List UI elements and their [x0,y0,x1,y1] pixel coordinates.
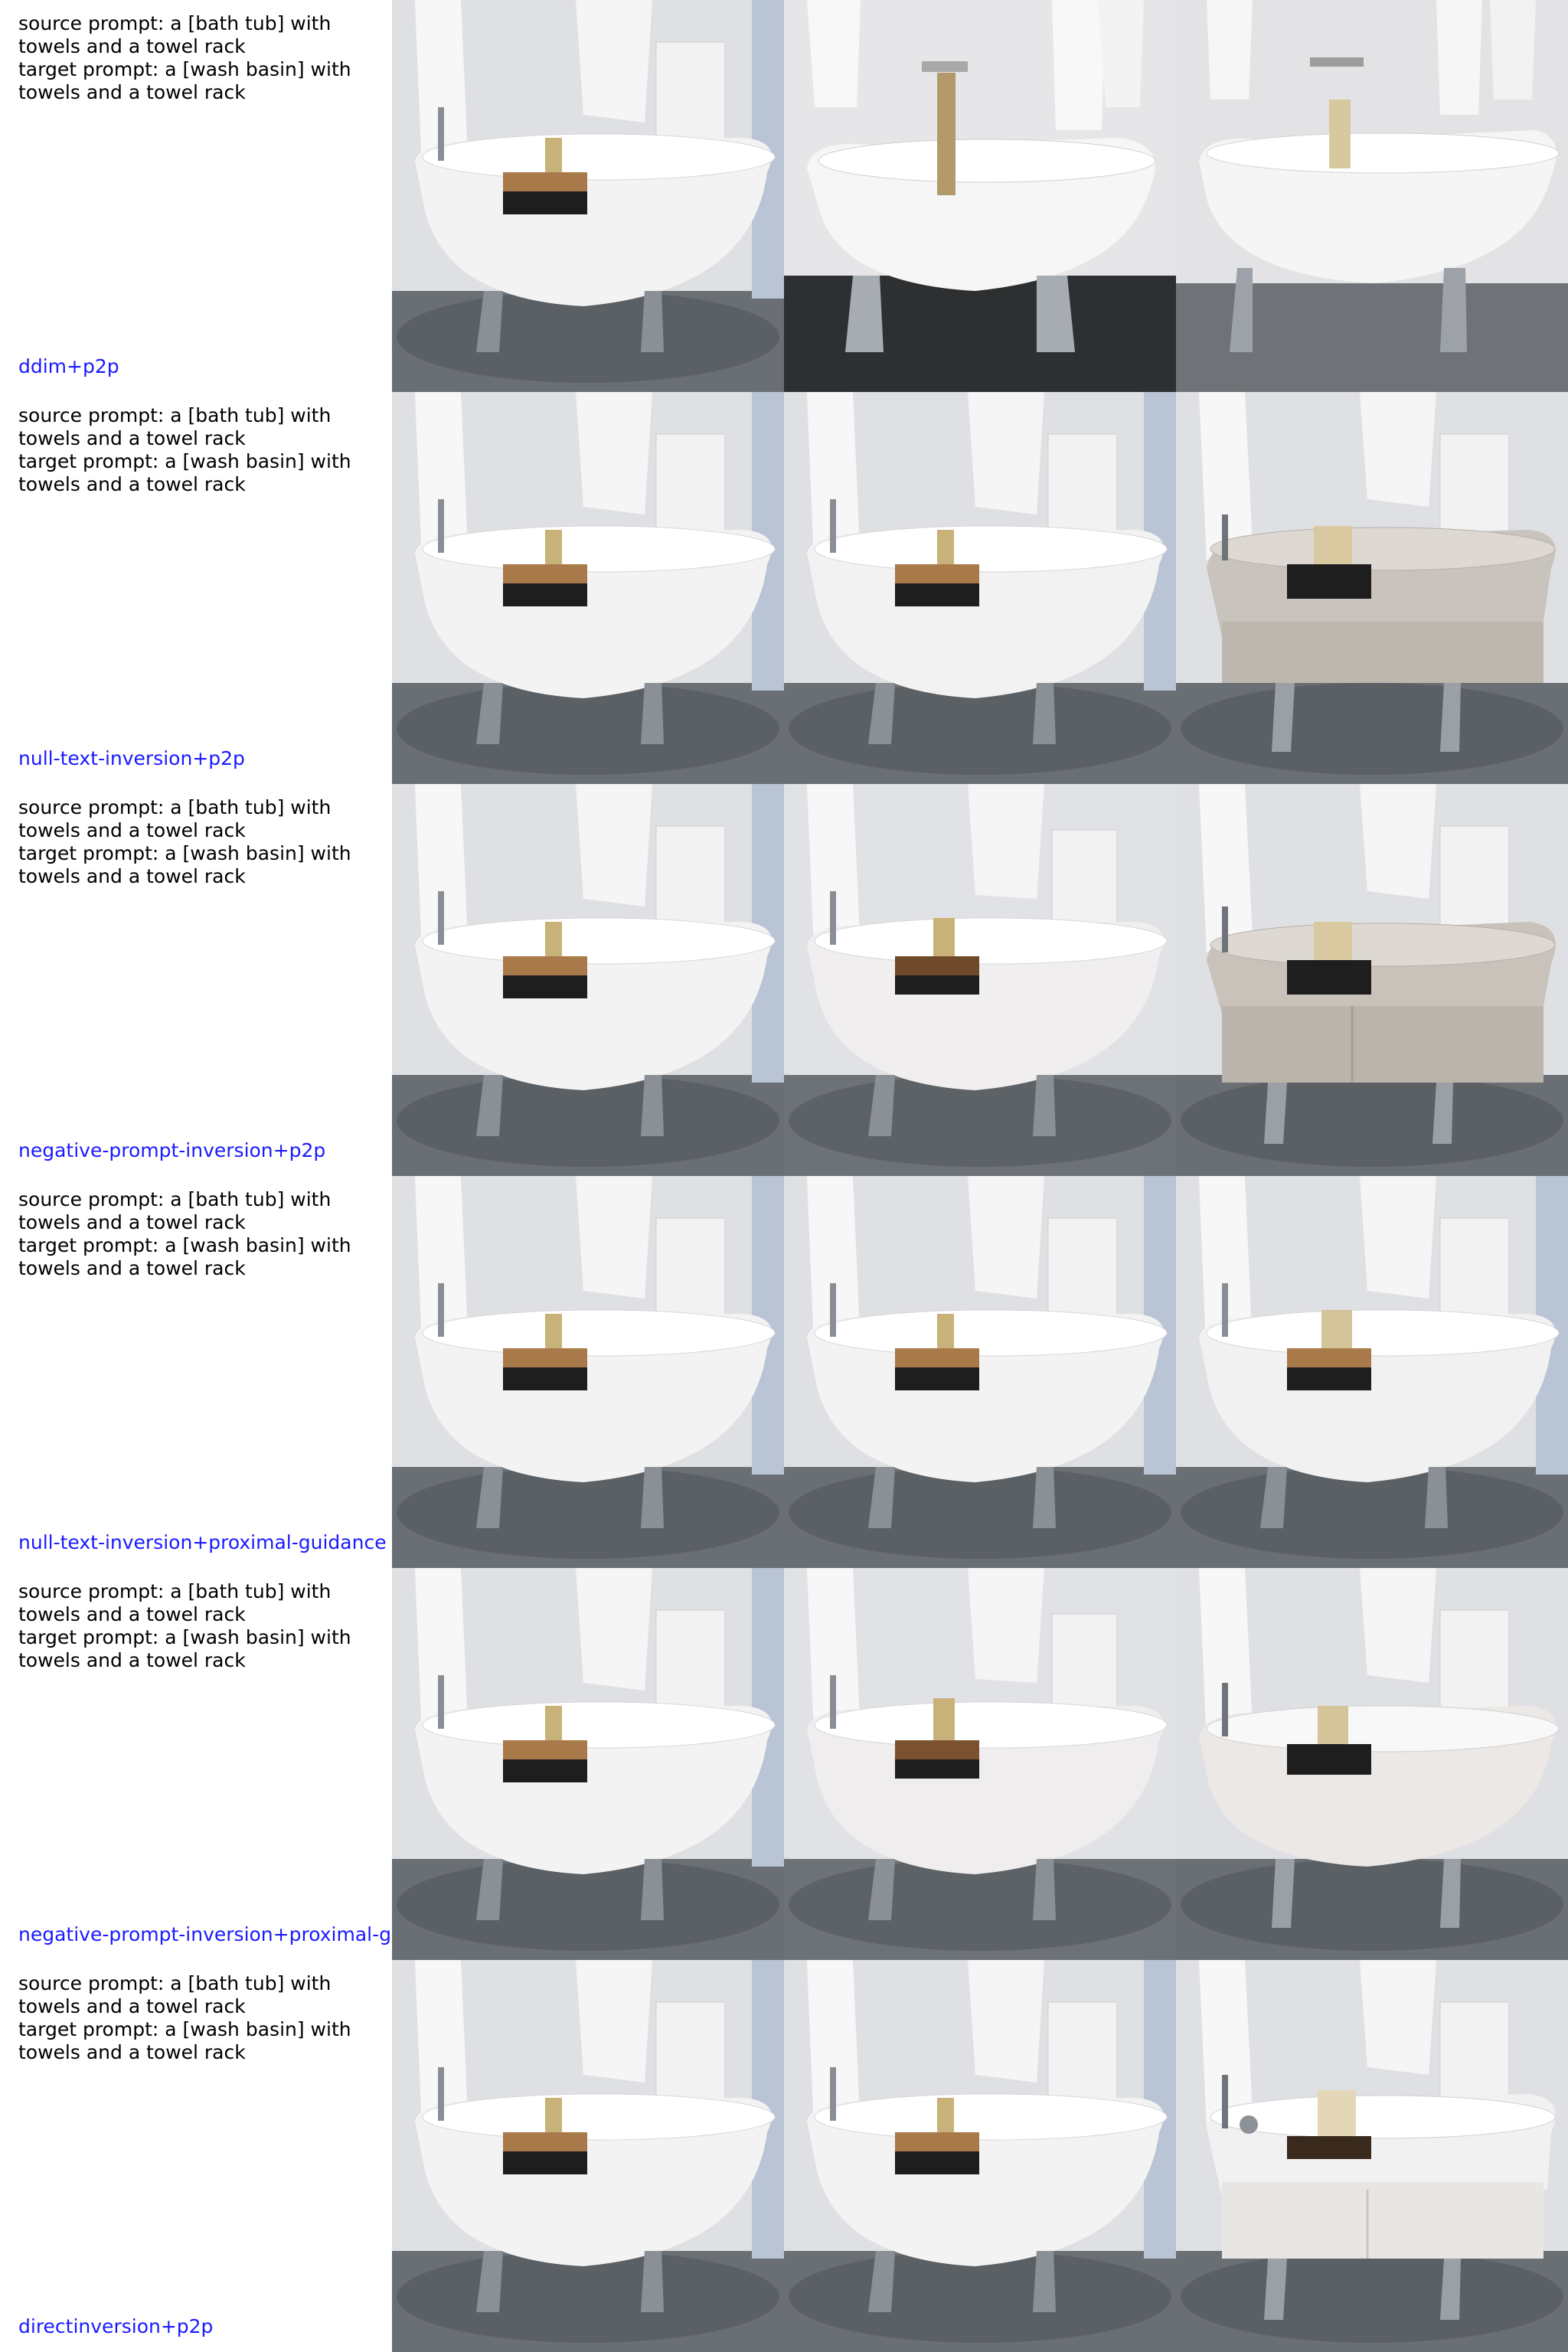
bathtub-photo [392,1568,784,1960]
row-label: source prompt: a [bath tub] with towels … [0,1960,392,2352]
edited-image [1176,1176,1568,1568]
source-image [392,1568,784,1960]
source-image [392,392,784,784]
method-name: directinversion+p2p [18,2315,214,2337]
method-name: negative-prompt-inversion+p2p [18,1139,326,1161]
source-image [392,1960,784,2352]
bathtub-photo [1176,1568,1568,1960]
method-name: negative-prompt-inversion+proximal-g [18,1923,391,1945]
edited-image [1176,784,1568,1176]
method-name: ddim+p2p [18,355,119,377]
source-image [392,1176,784,1568]
method-name: null-text-inversion+proximal-guidance [18,1531,387,1553]
basin-photo [1176,1960,1568,2352]
bathtub-photo [1176,1176,1568,1568]
bathtub-photo [784,1960,1176,2352]
edited-image [1176,1568,1568,1960]
bathtub-photo [392,784,784,1176]
row-label: source prompt: a [bath tub] with towels … [0,1568,392,1960]
basin-photo [1176,784,1568,1176]
source-image [392,0,784,392]
edited-image [1176,0,1568,392]
reconstruction-image [784,0,1176,392]
reconstruction-image [784,784,1176,1176]
results-grid: source prompt: a [bath tub] with towels … [0,0,1568,2352]
bathtub-photo [784,1176,1176,1568]
edited-image [1176,1960,1568,2352]
bathtub-photo [784,1568,1176,1960]
bathtub-photo [392,0,784,392]
prompt-text: source prompt: a [bath tub] with towels … [18,1188,351,1279]
bathtub-photo [1176,0,1568,392]
bathtub-photo [392,392,784,784]
prompt-text: source prompt: a [bath tub] with towels … [18,1580,351,1671]
bathtub-photo [784,0,1176,392]
prompt-text: source prompt: a [bath tub] with towels … [18,12,351,103]
reconstruction-image [784,1176,1176,1568]
row-label: source prompt: a [bath tub] with towels … [0,0,392,392]
row-label: source prompt: a [bath tub] with towels … [0,784,392,1176]
prompt-text: source prompt: a [bath tub] with towels … [18,796,351,887]
bathtub-photo [784,392,1176,784]
result-row: source prompt: a [bath tub] with towels … [0,0,1568,392]
bathtub-photo [392,1960,784,2352]
result-row: source prompt: a [bath tub] with towels … [0,784,1568,1176]
source-image [392,784,784,1176]
reconstruction-image [784,392,1176,784]
edited-image [1176,392,1568,784]
bathtub-photo [784,784,1176,1176]
bathtub-photo [392,1176,784,1568]
result-row: source prompt: a [bath tub] with towels … [0,1176,1568,1568]
result-row: source prompt: a [bath tub] with towels … [0,392,1568,784]
result-row: source prompt: a [bath tub] with towels … [0,1568,1568,1960]
row-label: source prompt: a [bath tub] with towels … [0,1176,392,1568]
prompt-text: source prompt: a [bath tub] with towels … [18,1972,351,2063]
reconstruction-image [784,1960,1176,2352]
prompt-text: source prompt: a [bath tub] with towels … [18,404,351,495]
row-label: source prompt: a [bath tub] with towels … [0,392,392,784]
reconstruction-image [784,1568,1176,1960]
method-name: null-text-inversion+p2p [18,747,245,769]
result-row: source prompt: a [bath tub] with towels … [0,1960,1568,2352]
basin-photo [1176,392,1568,784]
